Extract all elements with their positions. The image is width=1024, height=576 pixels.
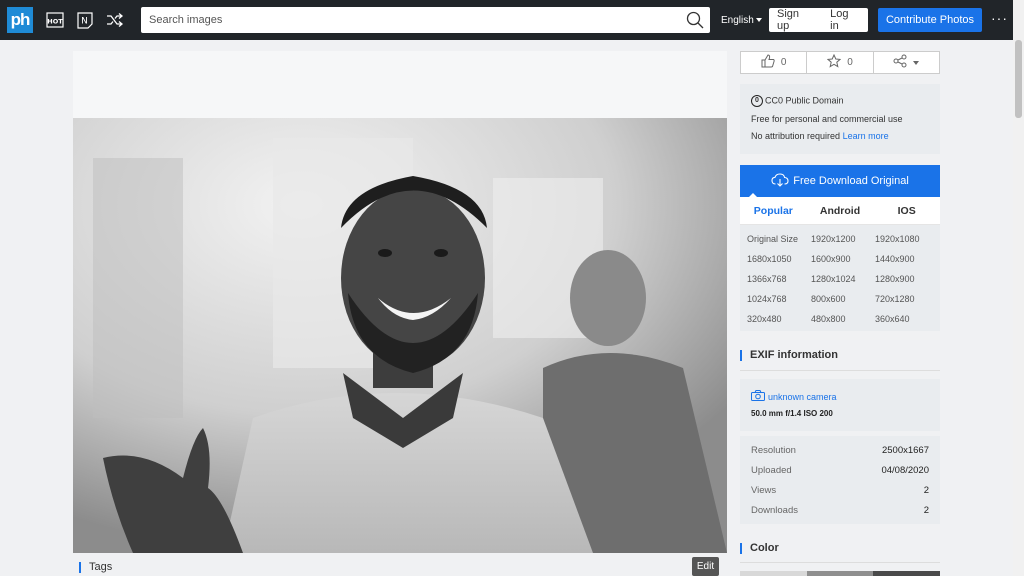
scrollbar-thumb[interactable]	[1015, 40, 1022, 118]
top-navbar: ph HOT N English Sign up Log in Contribu…	[0, 0, 1013, 40]
language-selector[interactable]: English	[721, 15, 762, 26]
shuffle-icon[interactable]	[106, 11, 124, 29]
size-option[interactable]: 1024x768	[747, 292, 811, 312]
exif-value: 2	[923, 485, 929, 496]
thumbs-up-icon	[761, 54, 775, 71]
exif-row-downloads: Downloads 2	[751, 501, 929, 521]
tab-android[interactable]: Android	[807, 197, 874, 224]
login-button[interactable]: Log in	[822, 8, 868, 32]
license-line-2: No attribution required Learn more	[751, 131, 929, 141]
license-name: CC0 Public Domain	[765, 95, 844, 106]
learn-more-link[interactable]: Learn more	[843, 131, 889, 141]
tags-heading: Tags	[79, 561, 112, 573]
size-option[interactable]: 1366x768	[747, 272, 811, 292]
tab-ios[interactable]: IOS	[873, 197, 940, 224]
cc0-icon: 0	[751, 95, 763, 107]
tab-popular[interactable]: Popular	[740, 197, 807, 224]
color-swatch[interactable]	[873, 571, 941, 576]
size-options: Original Size 1920x1200 1920x1080 1680x1…	[740, 225, 940, 331]
contribute-photos-button[interactable]: Contribute Photos	[878, 8, 982, 32]
exif-key: Views	[751, 485, 777, 496]
search-bar	[141, 7, 710, 33]
camera-info: unknown camera 50.0 mm f/1.4 ISO 200	[740, 379, 940, 431]
section-marker	[740, 542, 742, 554]
new-icon[interactable]: N	[76, 11, 94, 29]
exif-value: 04/08/2020	[881, 465, 929, 476]
signup-button[interactable]: Sign up	[769, 8, 822, 32]
free-download-button[interactable]: Free Download Original	[740, 165, 940, 198]
more-menu-button[interactable]: ···	[991, 10, 1008, 26]
page-scrollbar[interactable]	[1013, 0, 1024, 576]
photo-actions: 0 0	[740, 51, 940, 74]
size-option[interactable]: 1280x1024	[811, 272, 875, 292]
exif-row-views: Views 2	[751, 481, 929, 501]
language-label: English	[721, 15, 754, 26]
svg-text:HOT: HOT	[47, 18, 63, 26]
exif-value: 2	[923, 505, 929, 516]
favorite-count: 0	[847, 57, 853, 68]
like-button[interactable]: 0	[741, 52, 808, 73]
divider	[740, 370, 940, 371]
size-option[interactable]: 1280x900	[875, 272, 939, 292]
auth-buttons: Sign up Log in	[769, 8, 868, 32]
star-icon	[827, 53, 842, 71]
size-option-original[interactable]: Original Size	[747, 232, 811, 252]
caret-down-icon	[755, 18, 762, 23]
size-option[interactable]: 1600x900	[811, 252, 875, 272]
lens-settings: 50.0 mm f/1.4 ISO 200	[751, 409, 833, 418]
size-option[interactable]: 1680x1050	[747, 252, 811, 272]
exif-row-resolution: Resolution 2500x1667	[751, 441, 929, 461]
exif-key: Uploaded	[751, 465, 792, 476]
download-size-tabs: Popular Android IOS	[740, 197, 940, 225]
edit-tags-button[interactable]: Edit	[692, 557, 719, 576]
exif-title-text: EXIF information	[750, 349, 838, 361]
size-option[interactable]: 800x600	[811, 292, 875, 312]
photo-container	[73, 51, 727, 553]
license-name-row: 0 CC0 Public Domain	[751, 95, 929, 107]
exif-key: Downloads	[751, 505, 798, 516]
size-option[interactable]: 1440x900	[875, 252, 939, 272]
license-line-1: Free for personal and commercial use	[751, 114, 903, 124]
color-heading: Color	[740, 542, 940, 558]
share-button[interactable]	[874, 52, 939, 73]
exif-key: Resolution	[751, 445, 796, 456]
color-title-text: Color	[750, 542, 779, 554]
exif-value: 2500x1667	[881, 445, 929, 456]
size-option[interactable]: 720x1280	[875, 292, 939, 312]
size-option[interactable]: 360x640	[875, 312, 939, 332]
search-icon[interactable]	[686, 11, 704, 34]
camera-link[interactable]: unknown camera	[751, 390, 929, 403]
caret-down-icon	[913, 60, 920, 65]
color-swatch[interactable]	[740, 571, 807, 576]
section-marker	[79, 561, 81, 573]
tags-title-text: Tags	[89, 561, 113, 573]
color-swatches	[740, 571, 941, 576]
exif-row-uploaded: Uploaded 04/08/2020	[751, 461, 929, 481]
size-option[interactable]: 1920x1080	[875, 232, 939, 252]
cloud-download-icon	[771, 172, 789, 190]
hot-icon[interactable]: HOT	[46, 11, 64, 29]
exif-heading: EXIF information	[740, 349, 940, 369]
main-photo[interactable]	[73, 118, 727, 553]
divider	[740, 562, 940, 563]
exif-table: Resolution 2500x1667 Uploaded 04/08/2020…	[740, 436, 940, 524]
size-option[interactable]: 320x480	[747, 312, 811, 332]
favorite-button[interactable]: 0	[807, 52, 874, 73]
like-count: 0	[780, 57, 787, 68]
camera-name: unknown camera	[768, 391, 837, 402]
share-icon	[893, 54, 907, 71]
section-marker	[740, 349, 742, 361]
download-label: Free Download Original	[793, 175, 909, 187]
site-logo[interactable]: ph	[7, 7, 33, 33]
camera-icon	[751, 390, 765, 403]
license-box: 0 CC0 Public Domain Free for personal and…	[740, 84, 940, 154]
tags-section: Tags Edit	[73, 553, 727, 576]
color-swatch[interactable]	[806, 571, 874, 576]
license-line-2-text: No attribution required	[751, 131, 841, 141]
size-option[interactable]: 480x800	[811, 312, 875, 332]
svg-text:N: N	[81, 17, 88, 27]
search-input[interactable]	[141, 7, 671, 33]
size-option[interactable]: 1920x1200	[811, 232, 875, 252]
